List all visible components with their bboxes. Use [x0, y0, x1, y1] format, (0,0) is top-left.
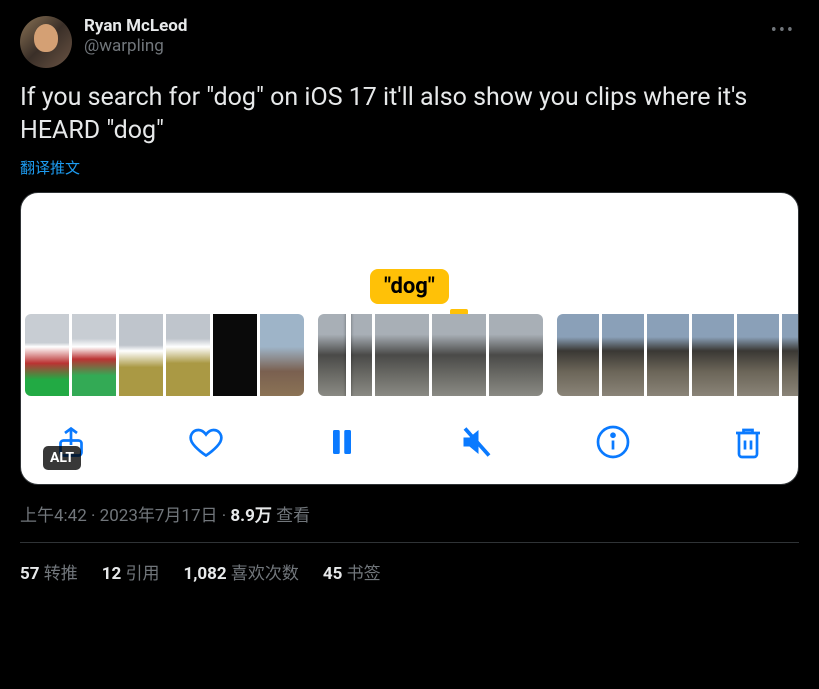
views-count: 8.9万: [230, 506, 271, 526]
clip-group-1[interactable]: [25, 314, 304, 396]
thumbnail: [782, 314, 798, 396]
thumbnail: [375, 314, 429, 396]
tweet-stats: 57 转推 12 引用 1,082 喜欢次数 45 书签: [20, 543, 799, 584]
tweet-header: Ryan McLeod @warpling •••: [20, 16, 799, 68]
tweet-container: Ryan McLeod @warpling ••• If you search …: [0, 0, 819, 600]
date[interactable]: 2023年7月17日: [100, 506, 218, 526]
thumbnail: [557, 314, 599, 396]
thumbnail: [72, 314, 116, 396]
thumbnail: [737, 314, 779, 396]
caption-row: "dog": [21, 269, 798, 308]
views-label[interactable]: 查看: [276, 506, 310, 526]
user-handle[interactable]: @warpling: [84, 36, 755, 56]
thumbnail: [260, 314, 304, 396]
thumbnail: [166, 314, 210, 396]
media-toolbar: [21, 406, 798, 484]
thumbnail: [318, 314, 372, 396]
user-column: Ryan McLeod @warpling: [84, 16, 755, 56]
bookmarks-stat[interactable]: 45 书签: [323, 559, 381, 584]
thumbnail: [489, 314, 543, 396]
quotes-stat[interactable]: 12 引用: [102, 559, 160, 584]
media-top-space: [21, 193, 798, 269]
clip-group-3[interactable]: [557, 314, 798, 396]
avatar[interactable]: [20, 16, 72, 68]
alt-badge[interactable]: ALT: [43, 446, 81, 470]
thumbnail: [213, 314, 257, 396]
tweet-text: If you search for "dog" on iOS 17 it'll …: [20, 82, 799, 147]
playhead[interactable]: [346, 314, 351, 396]
pause-icon[interactable]: [324, 424, 360, 460]
translate-link[interactable]: 翻译推文: [20, 157, 80, 178]
thumbnail: [602, 314, 644, 396]
tweet-meta: 上午4:42 · 2023年7月17日 · 8.9万 查看: [20, 501, 799, 543]
thumbnail: [25, 314, 69, 396]
thumbnail: [647, 314, 689, 396]
display-name[interactable]: Ryan McLeod: [84, 16, 755, 36]
mute-icon[interactable]: [459, 424, 495, 460]
thumbnail: [432, 314, 486, 396]
more-icon[interactable]: •••: [767, 16, 799, 45]
clip-group-2[interactable]: [318, 314, 543, 396]
thumbnail: [119, 314, 163, 396]
filmstrip: [21, 308, 798, 406]
retweets-stat[interactable]: 57 转推: [20, 559, 78, 584]
caption-pill: "dog": [370, 269, 449, 304]
likes-stat[interactable]: 1,082 喜欢次数: [183, 559, 298, 584]
trash-icon[interactable]: [730, 424, 766, 460]
thumbnail: [692, 314, 734, 396]
timestamp[interactable]: 上午4:42: [20, 506, 87, 526]
info-icon[interactable]: [595, 424, 631, 460]
attached-media[interactable]: "dog": [20, 192, 799, 485]
heart-icon[interactable]: [188, 424, 224, 460]
